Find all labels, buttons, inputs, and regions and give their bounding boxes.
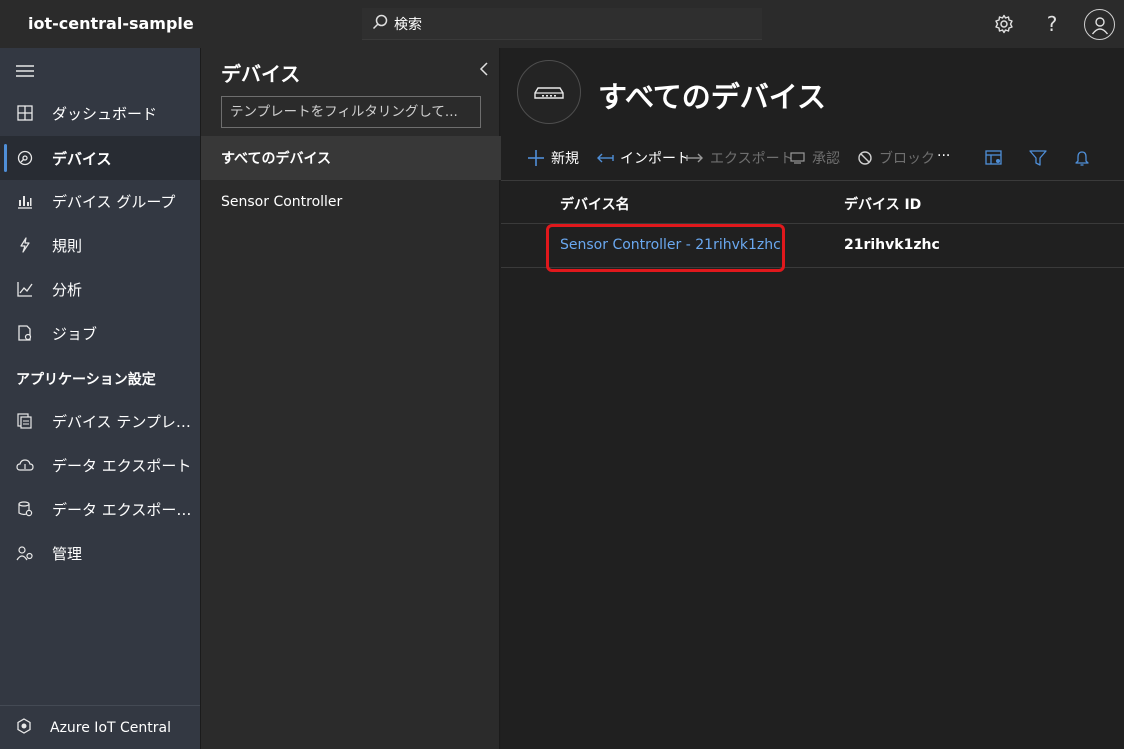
analytics-icon: [16, 280, 34, 298]
export-button[interactable]: エクスポート: [686, 148, 794, 168]
devices-icon: [16, 149, 34, 167]
approve-button[interactable]: 承認: [790, 148, 840, 168]
nav-label: データ エクスポート: [52, 456, 192, 475]
device-template-panel: デバイス すべてのデバイス Sensor Controller: [200, 48, 501, 749]
device-icon: [534, 87, 564, 99]
nav-label: デバイス: [52, 149, 112, 168]
template-filter-input[interactable]: [221, 96, 481, 128]
approve-label: 承認: [812, 151, 840, 167]
nav-item-analytics[interactable]: 分析: [0, 267, 200, 311]
export-label: エクスポート: [710, 151, 794, 167]
nav-label: ダッシュボード: [52, 104, 158, 123]
nav-item-devices[interactable]: デバイス: [0, 136, 200, 180]
nav-label: 分析: [52, 280, 83, 299]
column-header-device-name[interactable]: デバイス名: [560, 194, 630, 214]
nav-item-administration[interactable]: 管理: [0, 531, 200, 575]
hamburger-menu-icon[interactable]: [16, 65, 34, 77]
page-title: すべてのデバイス: [598, 80, 826, 114]
import-button[interactable]: インポート: [596, 148, 690, 168]
nav-item-device-templates[interactable]: デバイス テンプレ…: [0, 399, 200, 443]
panel-title: デバイス: [221, 62, 301, 86]
jobs-icon: [16, 324, 34, 342]
nav-label: 規則: [52, 236, 83, 255]
new-label: 新規: [551, 151, 579, 167]
highlight-annotation-box: [546, 224, 785, 272]
collapse-panel-chevron-icon[interactable]: [477, 60, 493, 78]
settings-gear-icon[interactable]: [989, 9, 1019, 39]
nav-item-rules[interactable]: 規則: [0, 223, 200, 267]
export-arrow-icon: [686, 152, 704, 164]
more-button[interactable]: ···: [937, 148, 950, 164]
approve-monitor-icon: [790, 151, 806, 165]
filter-funnel-icon[interactable]: [1027, 148, 1049, 168]
footer-label: Azure IoT Central: [50, 719, 171, 736]
column-header-device-id[interactable]: デバイス ID: [844, 194, 921, 214]
new-button[interactable]: 新規: [527, 148, 579, 168]
user-avatar-icon[interactable]: [1084, 9, 1115, 40]
nav-label: デバイス グループ: [52, 192, 176, 211]
device-groups-icon: [16, 192, 34, 210]
help-icon[interactable]: ?: [1037, 9, 1067, 39]
nav-item-data-export-legacy[interactable]: データ エクスポー…: [0, 487, 200, 531]
nav-footer-brand[interactable]: Azure IoT Central: [0, 705, 200, 749]
table-header: デバイス名 デバイス ID: [501, 180, 1124, 224]
notification-bell-icon[interactable]: [1071, 148, 1093, 168]
cloud-export-icon: [16, 456, 34, 474]
top-bar: iot-central-sample 検索 ?: [0, 0, 1124, 48]
search-box[interactable]: 検索: [362, 8, 762, 40]
import-label: インポート: [620, 151, 690, 167]
nav-item-dashboard[interactable]: ダッシュボード: [0, 91, 200, 135]
nav-section-app-settings: アプリケーション設定: [16, 372, 156, 388]
rules-icon: [16, 236, 34, 254]
device-id-cell: 21rihvk1zhc: [844, 237, 940, 253]
panel-item-label: すべてのデバイス: [221, 151, 332, 167]
nav-item-device-groups[interactable]: デバイス グループ: [0, 179, 200, 223]
search-placeholder: 検索: [394, 16, 422, 33]
block-button[interactable]: ブロック: [857, 148, 935, 168]
block-icon: [857, 150, 873, 166]
device-icon-circle: [517, 60, 581, 124]
dashboard-icon: [16, 104, 34, 122]
nav-label: ジョブ: [52, 324, 98, 343]
panel-item-sensor-controller[interactable]: Sensor Controller: [201, 180, 501, 224]
panel-item-all-devices[interactable]: すべてのデバイス: [201, 136, 501, 180]
plus-icon: [527, 149, 545, 167]
nav-item-data-export[interactable]: データ エクスポート: [0, 443, 200, 487]
azure-iot-central-logo-icon: [16, 717, 32, 738]
panel-item-label: Sensor Controller: [221, 194, 343, 210]
nav-item-jobs[interactable]: ジョブ: [0, 311, 200, 355]
administration-icon: [16, 544, 34, 562]
nav-label: デバイス テンプレ…: [52, 412, 191, 431]
more-ellipsis-icon: ···: [937, 148, 951, 164]
command-bar: 新規 インポート エクスポート 承認 ブロック ···: [501, 140, 1124, 176]
device-templates-icon: [16, 412, 34, 430]
nav-label: データ エクスポー…: [52, 500, 192, 519]
block-label: ブロック: [879, 151, 935, 167]
search-icon: [372, 14, 388, 34]
import-arrow-icon: [596, 152, 614, 164]
app-title[interactable]: iot-central-sample: [28, 14, 194, 33]
nav-label: 管理: [52, 544, 83, 563]
data-export-legacy-icon: [16, 500, 34, 518]
column-options-icon[interactable]: [983, 148, 1005, 168]
main-content: すべてのデバイス 新規 インポート エクスポート 承認 ブロック ··· デバイ…: [501, 48, 1124, 749]
